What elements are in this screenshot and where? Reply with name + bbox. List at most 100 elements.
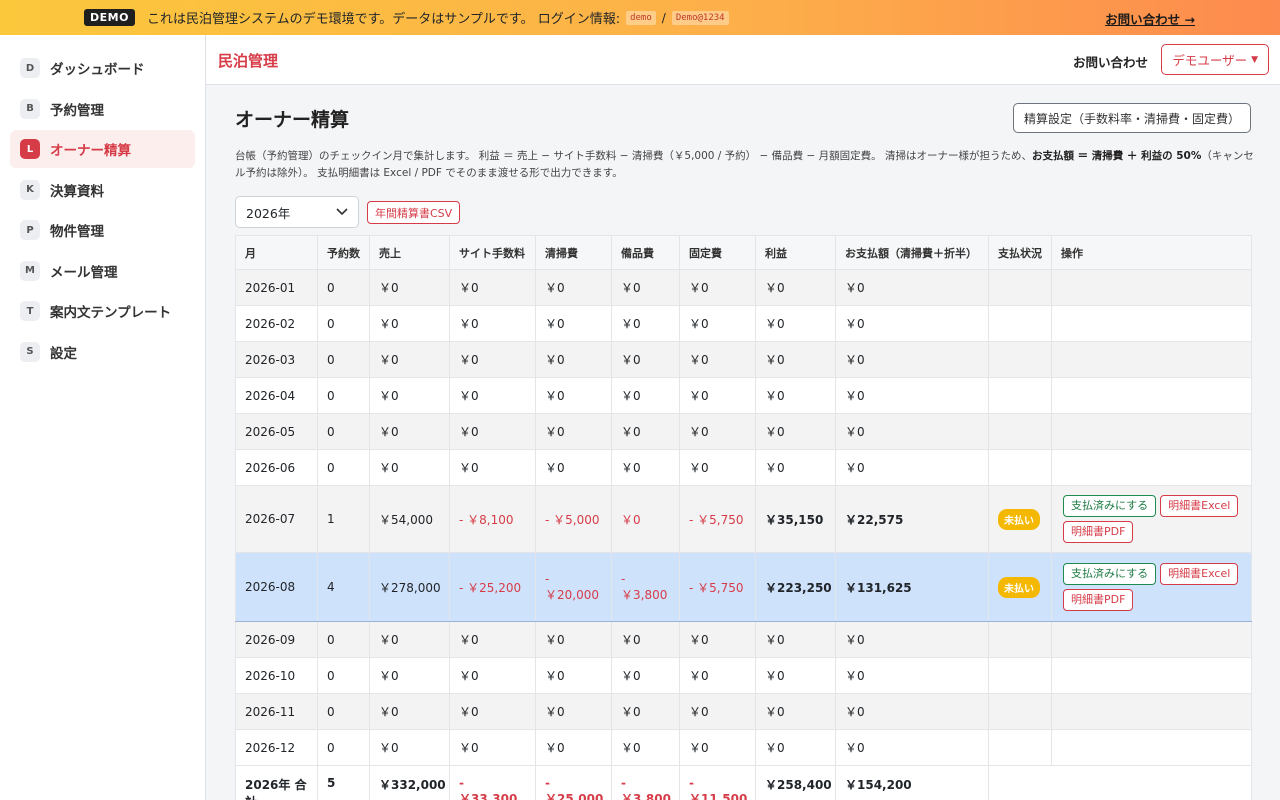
table-row: 2026-11 0 ￥0 ￥0 ￥0 ￥0 ￥0 ￥0 ￥0 (235, 693, 1252, 730)
statement-pdf-button[interactable]: 明細書PDF (1063, 521, 1134, 543)
statement-excel-button[interactable]: 明細書Excel (1160, 495, 1239, 517)
cell-fixed: ￥0 (679, 377, 756, 414)
cell-bookings: 4 (317, 552, 370, 622)
banner-contact-link[interactable]: お問い合わせ → (1105, 9, 1195, 28)
cell-profit: ￥0 (755, 305, 836, 342)
year-select[interactable]: 2026年 (235, 196, 359, 228)
sidebar-item-label: 決算資料 (50, 183, 104, 200)
header-payment: お支払額（清掃費＋折半） (835, 235, 989, 270)
cell-supplies: ￥0 (611, 485, 680, 553)
sidebar-item-properties[interactable]: P 物件管理 (10, 211, 195, 249)
header-fixed: 固定費 (679, 235, 756, 270)
cell-profit: ￥223,250 (755, 552, 836, 622)
cell-profit: ￥0 (755, 657, 836, 694)
annual-csv-button[interactable]: 年間精算書CSV (367, 201, 461, 224)
user-menu-button[interactable]: デモユーザー ▼ (1161, 44, 1269, 75)
cell-payment: ￥0 (835, 341, 989, 378)
header-cleaning: 清掃費 (535, 235, 612, 270)
cell-status (988, 621, 1052, 658)
financial-docs-letter-icon: K (20, 179, 40, 200)
cell-cleaning: - ￥5,000 (535, 485, 612, 553)
cell-site-fee: ￥0 (449, 657, 536, 694)
table-row: 2026-03 0 ￥0 ￥0 ￥0 ￥0 ￥0 ￥0 ￥0 (235, 341, 1252, 378)
statement-pdf-button[interactable]: 明細書PDF (1063, 589, 1134, 611)
cell-payment: ￥0 (835, 413, 989, 450)
total-sales: ￥332,000 (369, 765, 450, 800)
description-bold: お支払額 ＝ 清掃費 ＋ 利益の 50% (1031, 150, 1202, 162)
top-bar: 民泊管理 お問い合わせ デモユーザー ▼ (206, 35, 1280, 85)
header-contact-link[interactable]: お問い合わせ (1073, 52, 1148, 71)
cell-profit: ￥0 (755, 341, 836, 378)
cell-sales: ￥0 (369, 413, 450, 450)
header-actions: 操作 (1051, 235, 1252, 270)
cell-cleaning: ￥0 (535, 449, 612, 486)
cell-bookings: 0 (317, 449, 370, 486)
cell-cleaning: ￥0 (535, 341, 612, 378)
cell-supplies: ￥0 (611, 377, 680, 414)
cell-payment: ￥0 (835, 729, 989, 766)
cell-month: 2026-08 (235, 552, 318, 622)
total-bookings: 5 (317, 765, 370, 800)
cell-payment: ￥0 (835, 305, 989, 342)
cell-month: 2026-10 (235, 657, 318, 694)
cell-bookings: 0 (317, 657, 370, 694)
cell-sales: ￥0 (369, 305, 450, 342)
year-select-value: 2026年 (246, 205, 291, 221)
cell-supplies: ￥0 (611, 269, 680, 306)
table-row: 2026-01 0 ￥0 ￥0 ￥0 ￥0 ￥0 ￥0 ￥0 (235, 269, 1252, 306)
table-row: 2026-10 0 ￥0 ￥0 ￥0 ￥0 ￥0 ￥0 ￥0 (235, 657, 1252, 694)
cell-site-fee: ￥0 (449, 305, 536, 342)
cell-site-fee: - ￥25,200 (449, 552, 536, 622)
cell-fixed: ￥0 (679, 449, 756, 486)
cell-fixed: - ￥5,750 (679, 552, 756, 622)
cell-status (988, 269, 1052, 306)
sidebar-item-settings[interactable]: S 設定 (10, 333, 195, 371)
settlement-settings-button[interactable]: 精算設定（手数料率・清掃費・固定費） (1012, 103, 1251, 133)
cell-status (988, 341, 1052, 378)
mark-paid-button[interactable]: 支払済みにする (1063, 495, 1157, 517)
description-part-1: 台帳（予約管理）のチェックイン月で集計します。 利益 ＝ 売上 − サイト手数料… (235, 150, 1032, 162)
cell-month: 2026-12 (235, 729, 318, 766)
cell-profit: ￥0 (755, 621, 836, 658)
cell-payment: ￥0 (835, 269, 989, 306)
sidebar-item-reservations[interactable]: B 予約管理 (10, 90, 195, 128)
table-row: 2026-08 4 ￥278,000- ￥25,200- ￥20,000- ￥3,8… (235, 552, 1252, 622)
sidebar-item-dashboard[interactable]: D ダッシュボード (10, 49, 195, 87)
cell-profit: ￥0 (755, 449, 836, 486)
dashboard-letter-icon: D (20, 58, 40, 78)
page-title: オーナー精算 (235, 109, 350, 131)
brand-title[interactable]: 民泊管理 (218, 50, 278, 71)
sidebar-item-label: オーナー精算 (50, 143, 131, 159)
cell-cleaning: ￥0 (535, 269, 612, 306)
cell-site-fee: ￥0 (449, 377, 536, 414)
cell-month: 2026-04 (235, 377, 318, 414)
cell-site-fee: ￥0 (449, 269, 536, 306)
sidebar-item-label: 案内文テンプレート (50, 305, 172, 321)
cell-sales: ￥0 (369, 341, 450, 378)
sidebar-item-owner-settlement[interactable]: L オーナー精算 (10, 130, 195, 168)
mark-paid-button[interactable]: 支払済みにする (1063, 563, 1157, 585)
total-empty (988, 765, 1252, 800)
cell-sales: ￥0 (369, 449, 450, 486)
cell-fixed: ￥0 (679, 657, 756, 694)
cell-month: 2026-01 (235, 269, 318, 306)
cell-status: 未払い (988, 485, 1052, 553)
cell-cleaning: ￥0 (535, 413, 612, 450)
header-site-fee: サイト手数料 (449, 235, 536, 270)
cell-cleaning: ￥0 (535, 657, 612, 694)
statement-excel-button[interactable]: 明細書Excel (1160, 563, 1239, 585)
cell-supplies: ￥0 (611, 657, 680, 694)
header-bookings: 予約数 (317, 235, 370, 270)
cell-profit: ￥35,150 (755, 485, 836, 553)
cell-payment: ￥131,625 (835, 552, 989, 622)
settings-letter-icon: S (20, 341, 40, 362)
cell-cleaning: ￥0 (535, 693, 612, 730)
cell-cleaning: ￥0 (535, 377, 612, 414)
cell-actions (1051, 269, 1252, 306)
sidebar-item-mail[interactable]: M メール管理 (10, 252, 195, 290)
cell-supplies: ￥0 (611, 693, 680, 730)
sidebar-item-templates[interactable]: T 案内文テンプレート (10, 292, 195, 330)
cell-status (988, 305, 1052, 342)
cell-month: 2026-06 (235, 449, 318, 486)
sidebar-item-financial-docs[interactable]: K 決算資料 (10, 171, 195, 209)
